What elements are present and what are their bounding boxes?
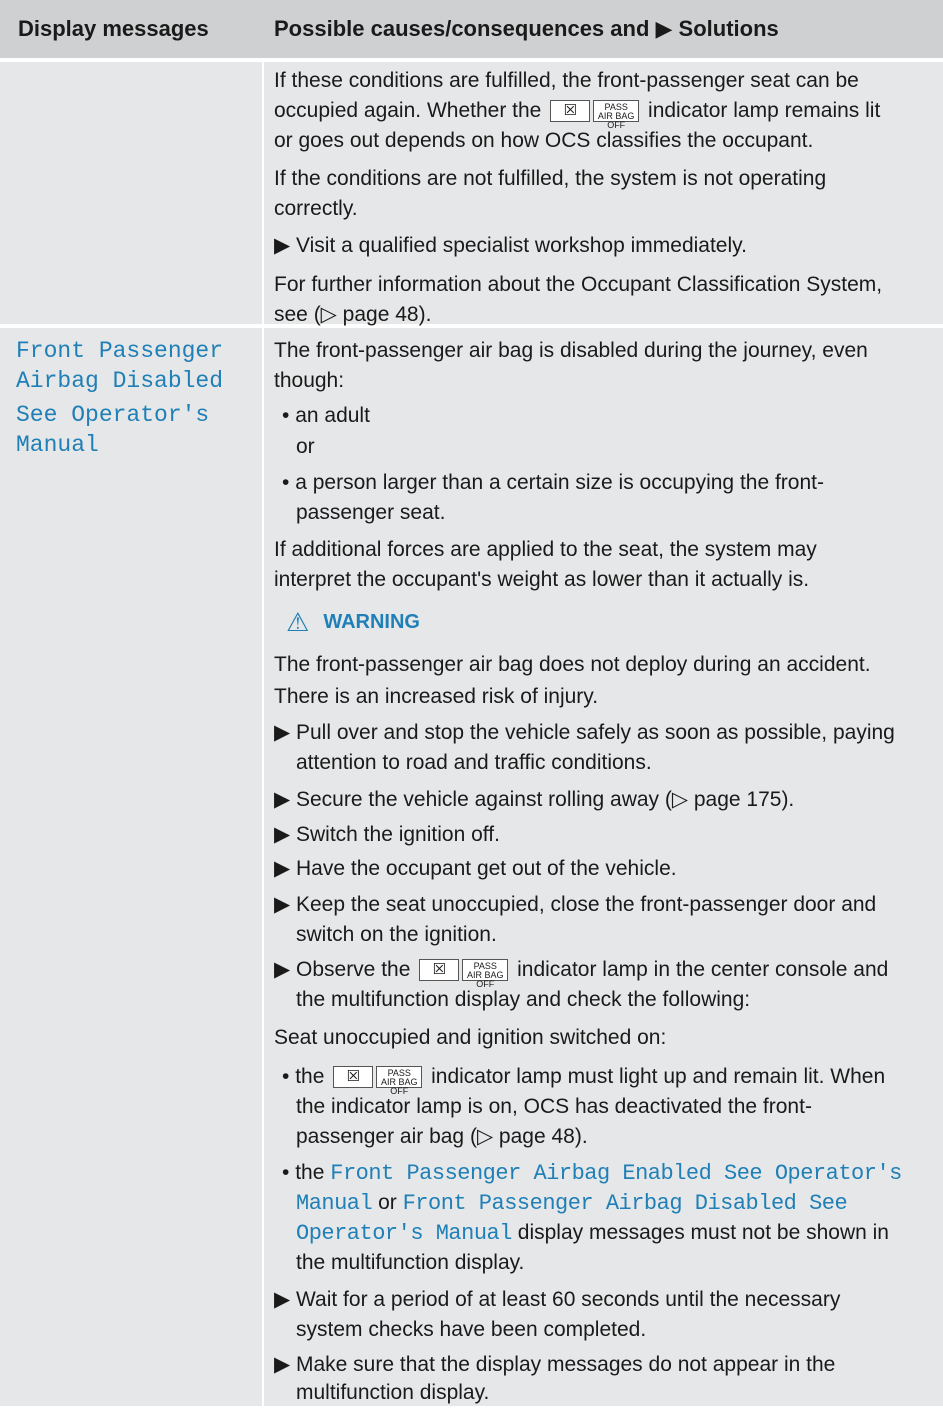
airbag-indicator-lamp-icon: ☒ PASS AIR BAG OFF — [419, 959, 509, 989]
pass-airbag-off-icon: PASS AIR BAG OFF — [462, 959, 509, 989]
list-item-text: an adult — [295, 404, 370, 427]
step-text: Secure the vehicle against rolling away … — [296, 788, 795, 811]
row1-step: Visit a qualified specialist workshop im… — [296, 234, 747, 257]
list-item-text: Operator's Manual display messages must … — [296, 1218, 937, 1249]
list-item-text: the — [295, 1161, 325, 1184]
step-text: Observe the ☒ PASS AIR BAG OFF indicator … — [296, 955, 937, 989]
pass-airbag-off-icon: PASS AIR BAG OFF — [376, 1066, 423, 1096]
list-item-text: passenger seat. — [296, 501, 446, 524]
message-line: Front Passenger — [16, 338, 224, 364]
list-item-text: indicator lamp must light up and remain … — [431, 1065, 886, 1088]
or-text: or — [296, 435, 315, 458]
action-marker-icon: ▶ — [274, 788, 291, 811]
step-text-part: indicator lamp in the center console and — [517, 958, 889, 981]
step-text: Keep the seat unoccupied, close the fron… — [296, 893, 877, 916]
action-marker-icon: ▶ — [274, 958, 291, 981]
bullet-icon: • — [282, 404, 290, 427]
warning-text: The front-passenger air bag does not dep… — [274, 653, 871, 676]
action-marker-icon: ▶ — [274, 857, 291, 880]
row1-text: occupied again. Whether the ☒ PASS AIR BA… — [274, 96, 937, 130]
row2-text: Seat unoccupied and ignition switched on… — [274, 1026, 667, 1049]
step-text: Make sure that the display messages do n… — [296, 1353, 836, 1376]
row1-text: or goes out depends on how OCS classifie… — [274, 129, 814, 152]
seat-airbag-off-icon: ☒ — [333, 1066, 374, 1089]
table-header: Display messages Possible causes/consequ… — [0, 0, 943, 58]
row1-text: If these conditions are fulfilled, the f… — [274, 69, 859, 92]
row1-text: For further information about the Occupa… — [274, 273, 883, 296]
action-marker-icon: ▶ — [274, 1288, 291, 1311]
list-item-text: or — [378, 1191, 397, 1214]
row2-text: interpret the occupant's weight as lower… — [274, 568, 810, 591]
seat-airbag-off-icon: ☒ — [550, 100, 591, 123]
list-item: • the Front Passenger Airbag Enabled See… — [282, 1158, 937, 1189]
list-item: • an adult — [282, 401, 937, 431]
step-text: Pull over and stop the vehicle safely as… — [296, 721, 895, 744]
row1-text-part: occupied again. Whether the — [274, 99, 542, 122]
bullet-icon: • — [282, 1161, 290, 1184]
list-item-text: the indicator lamp is on, OCS has deacti… — [296, 1095, 812, 1118]
warning-label: WARNING — [323, 610, 420, 633]
display-messages-column — [0, 62, 262, 1406]
message-reference: Operator's Manual — [296, 1221, 512, 1246]
row1-text-part: indicator lamp remains lit — [648, 99, 881, 122]
seat-airbag-off-icon: ☒ — [419, 959, 460, 982]
row2-text: If additional forces are applied to the … — [274, 538, 817, 561]
action-marker-icon: ▶ — [274, 721, 291, 744]
airbag-indicator-lamp-icon: ☒ PASS AIR BAG OFF — [333, 1066, 423, 1096]
step-text: attention to road and traffic conditions… — [296, 751, 652, 774]
message-reference: Manual — [296, 1191, 373, 1216]
list-item-text: the multifunction display. — [296, 1251, 525, 1274]
step-text: system checks have been completed. — [296, 1318, 647, 1341]
step-text: the multifunction display and check the … — [296, 988, 751, 1011]
warning-text: There is an increased risk of injury. — [274, 685, 599, 708]
step-text: Switch the ignition off. — [296, 823, 500, 846]
row1-text: correctly. — [274, 197, 358, 220]
step-text-part: Observe the — [296, 958, 411, 981]
step-text: Have the occupant get out of the vehicle… — [296, 857, 677, 880]
row1-text: see (▷ page 48). — [274, 303, 432, 326]
row2-text: The front-passenger air bag is disabled … — [274, 339, 868, 362]
row1-text: If the conditions are not fulfilled, the… — [274, 167, 827, 190]
list-item: • a person larger than a certain size is… — [282, 468, 937, 498]
action-marker-icon: ▶ — [274, 823, 291, 846]
list-item: • the ☒ PASS AIR BAG OFF indicator lamp m… — [282, 1062, 937, 1096]
message-reference: Front Passenger Airbag Disabled See — [402, 1191, 848, 1216]
header-display-messages: Display messages — [18, 16, 209, 41]
action-marker-icon: ▶ — [274, 893, 291, 916]
action-marker-icon: ▶ — [274, 1353, 291, 1376]
header-causes-solutions: Possible causes/consequences and ▶ Solut… — [274, 16, 779, 41]
step-text: switch on the ignition. — [296, 923, 497, 946]
list-item-text: the — [295, 1065, 325, 1088]
manual-page: Display messages Possible causes/consequ… — [0, 0, 943, 1406]
message-line: See Operator's — [16, 402, 210, 428]
message-line: Airbag Disabled — [16, 368, 224, 394]
list-item-text: passenger air bag (▷ page 48). — [296, 1125, 588, 1148]
message-reference: Front Passenger Airbag Enabled See Opera… — [330, 1161, 902, 1186]
bullet-icon: • — [282, 471, 290, 494]
list-item-text: Manual or Front Passenger Airbag Disable… — [296, 1188, 937, 1219]
step-text: multifunction display. — [296, 1381, 490, 1404]
action-marker-icon: ▶ — [274, 234, 291, 257]
pass-airbag-off-icon: PASS AIR BAG OFF — [593, 100, 640, 130]
airbag-indicator-lamp-icon: ☒ PASS AIR BAG OFF — [550, 100, 640, 130]
message-line: Manual — [16, 432, 99, 458]
list-item-text: a person larger than a certain size is o… — [295, 471, 824, 494]
step-text: Wait for a period of at least 60 seconds… — [296, 1288, 841, 1311]
warning-heading: ⚠ WARNING — [286, 606, 420, 638]
bullet-icon: • — [282, 1065, 290, 1088]
list-item-text: display messages must not be shown in — [517, 1221, 889, 1244]
warning-icon: ⚠ — [286, 606, 310, 637]
row2-text: though: — [274, 369, 345, 392]
